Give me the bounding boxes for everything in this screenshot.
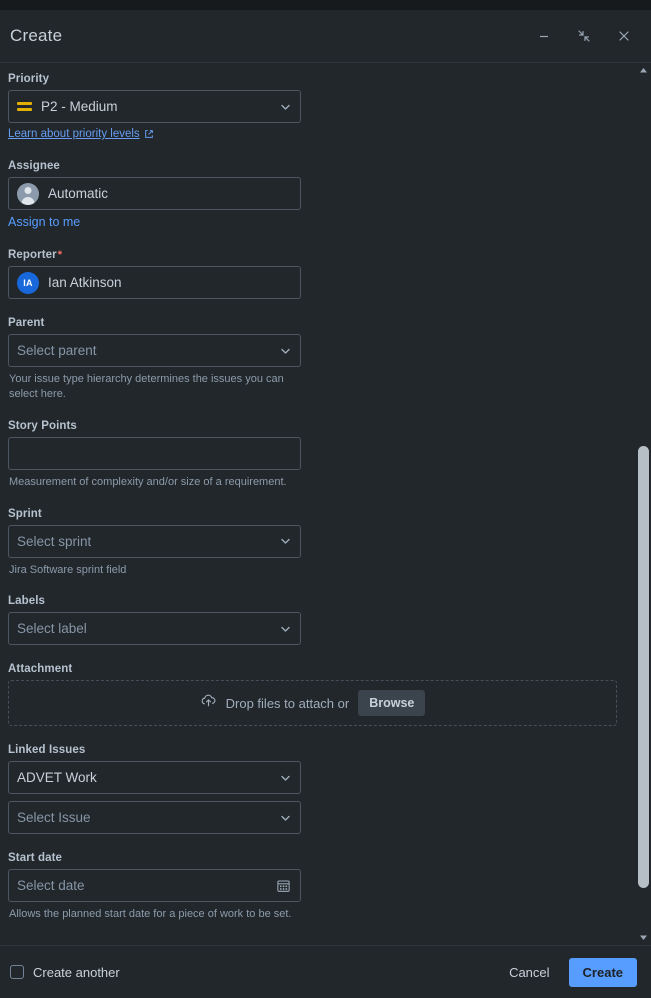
- parent-label: Parent: [8, 317, 45, 329]
- field-priority: Priority P2 - Medium Learn about priorit…: [8, 73, 625, 142]
- assign-to-me-link[interactable]: Assign to me: [8, 215, 80, 229]
- create-another-checkbox[interactable]: Create another: [10, 965, 498, 980]
- field-reporter: Reporter* IA Ian Atkinson: [8, 249, 625, 299]
- labels-select[interactable]: Select label: [8, 612, 301, 646]
- labels-placeholder: Select label: [17, 621, 87, 637]
- priority-select[interactable]: P2 - Medium: [8, 90, 301, 123]
- form-scrollbar[interactable]: [636, 63, 651, 945]
- start-date-placeholder: Select date: [17, 878, 85, 894]
- sprint-placeholder: Select sprint: [17, 533, 92, 549]
- avatar: IA: [17, 271, 39, 294]
- modal-footer: Create another Cancel Create: [0, 945, 651, 998]
- learn-priority-levels-label: Learn about priority levels: [8, 128, 140, 140]
- learn-priority-levels-link[interactable]: Learn about priority levels: [8, 128, 154, 140]
- start-date-input[interactable]: Select date: [8, 869, 301, 903]
- cloud-upload-icon: [200, 692, 217, 714]
- parent-help-text: Your issue type hierarchy determines the…: [9, 373, 284, 400]
- chevron-down-icon: [279, 811, 292, 824]
- create-another-label: Create another: [33, 964, 120, 980]
- form-fields: Priority P2 - Medium Learn about priorit…: [0, 73, 651, 940]
- field-start-date: Start date Select date Allows the planne…: [8, 852, 625, 922]
- sprint-select[interactable]: Select sprint: [8, 524, 301, 558]
- attachment-label: Attachment: [8, 663, 73, 676]
- required-indicator: *: [57, 249, 63, 261]
- story-points-help-text: Measurement of complexity and/or size of…: [9, 475, 287, 488]
- start-date-label: Start date: [8, 852, 63, 865]
- create-issue-modal: Create Priority P2 - Medium Learn about …: [0, 0, 651, 998]
- link-type-value: ADVET Work: [17, 770, 97, 786]
- field-labels: Labels Select label: [8, 595, 625, 646]
- priority-value: P2 - Medium: [41, 99, 118, 114]
- generic-user-avatar: [17, 182, 39, 205]
- modal-header: Create: [0, 10, 651, 63]
- window-chrome-strip: [0, 0, 651, 10]
- story-points-input[interactable]: [8, 436, 301, 470]
- collapse-button[interactable]: [571, 23, 597, 49]
- chevron-down-icon: [279, 535, 292, 548]
- field-story-points: Story Points Measurement of complexity a…: [8, 420, 625, 490]
- calendar-icon[interactable]: [272, 875, 294, 897]
- priority-medium-icon: [17, 99, 32, 114]
- drop-files-text: Drop files to attach or: [225, 695, 350, 711]
- field-sprint: Sprint Select sprint Jira Software sprin…: [8, 508, 625, 578]
- browse-button[interactable]: Browse: [358, 690, 426, 717]
- scroll-up-arrow-icon[interactable]: [636, 63, 651, 78]
- footer-actions: Cancel Create: [498, 957, 637, 987]
- scroll-down-arrow-icon[interactable]: [636, 930, 651, 945]
- field-parent: Parent Select parent Your issue type hie…: [8, 317, 625, 402]
- page-title: Create: [10, 26, 63, 45]
- parent-placeholder: Select parent: [17, 343, 97, 358]
- scrollbar-thumb[interactable]: [638, 446, 649, 888]
- chevron-down-icon: [279, 100, 292, 113]
- sprint-label: Sprint: [8, 507, 42, 520]
- field-assignee: Assignee Automatic Assign to me: [8, 160, 625, 231]
- labels-label: Labels: [8, 595, 46, 608]
- assignee-select[interactable]: Automatic: [8, 177, 301, 210]
- parent-select[interactable]: Select parent: [8, 334, 301, 367]
- field-linked-issues: Linked Issues ADVET Work Select Issue: [8, 744, 625, 835]
- assignee-value: Automatic: [48, 186, 109, 201]
- start-date-help-text: Allows the planned start date for a piec…: [9, 908, 292, 921]
- link-type-select[interactable]: ADVET Work: [8, 761, 301, 795]
- close-icon[interactable]: [611, 23, 637, 49]
- reporter-value: Ian Atkinson: [48, 275, 122, 290]
- chevron-down-icon: [279, 771, 292, 784]
- priority-label: Priority: [8, 73, 50, 85]
- linked-issue-placeholder: Select Issue: [17, 810, 91, 826]
- attachment-dropzone[interactable]: Drop files to attach or Browse: [8, 680, 617, 727]
- cancel-button[interactable]: Cancel: [498, 958, 560, 987]
- reporter-select[interactable]: IA Ian Atkinson: [8, 266, 301, 299]
- chevron-down-icon: [279, 622, 292, 635]
- assignee-label: Assignee: [8, 160, 60, 172]
- form-scroll-area: Priority P2 - Medium Learn about priorit…: [0, 63, 651, 945]
- reporter-label: Reporter*: [8, 249, 63, 261]
- sprint-help-text: Jira Software sprint field: [9, 563, 127, 576]
- chevron-down-icon: [279, 344, 292, 357]
- linked-issue-select[interactable]: Select Issue: [8, 801, 301, 835]
- create-button[interactable]: Create: [568, 957, 637, 987]
- external-link-icon: [144, 130, 153, 138]
- minimize-button[interactable]: [531, 23, 557, 49]
- checkbox-box[interactable]: [10, 965, 24, 979]
- window-controls: [531, 23, 637, 49]
- linked-issues-label: Linked Issues: [8, 744, 86, 757]
- field-attachment: Attachment Drop files to attach or Brows…: [8, 663, 625, 727]
- story-points-label: Story Points: [8, 419, 77, 432]
